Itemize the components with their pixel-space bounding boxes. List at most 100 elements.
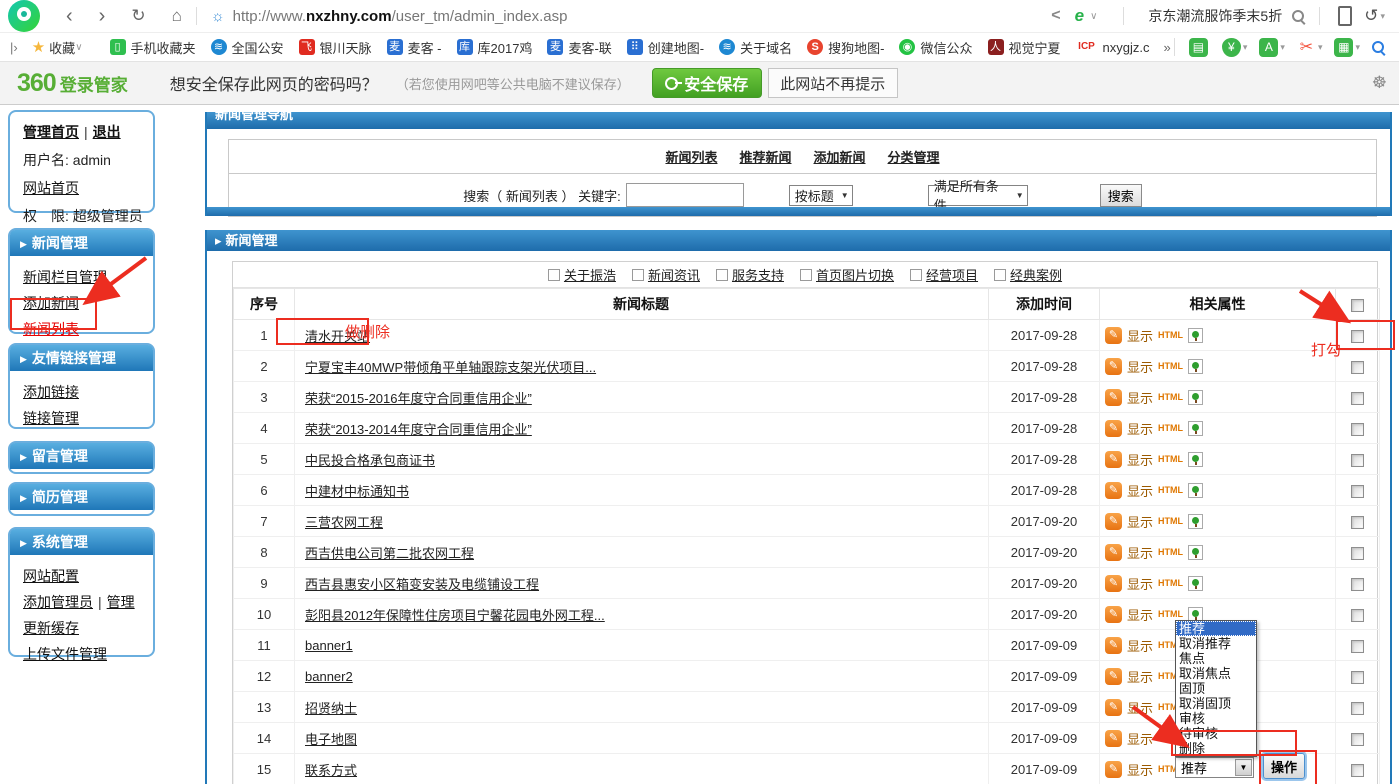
nav-link-category-manage[interactable]: 分类管理: [888, 147, 940, 166]
show-status-link[interactable]: 显示: [1127, 636, 1153, 655]
category-checkbox[interactable]: [994, 269, 1006, 281]
edit-icon[interactable]: ✎: [1105, 482, 1122, 499]
news-title-link[interactable]: 清水开关站: [305, 329, 370, 344]
news-title-link[interactable]: 中民投合格承包商证书: [305, 453, 435, 468]
sidebar-item-add-admin[interactable]: 添加管理员: [23, 592, 93, 612]
show-status-link[interactable]: 显示: [1127, 543, 1153, 562]
sidebar-item-add-link[interactable]: 添加链接: [23, 382, 79, 402]
chevron-down-icon[interactable]: ▾: [1355, 42, 1360, 53]
chevron-down-icon[interactable]: ∨: [1090, 11, 1097, 22]
news-title-link[interactable]: 西吉县惠安小区箱变安装及电缆铺设工程: [305, 577, 539, 592]
bookmark-item[interactable]: ≋全国公安: [211, 38, 284, 57]
dropdown-option[interactable]: 待审核: [1176, 726, 1256, 741]
category-checkbox[interactable]: [910, 269, 922, 281]
show-status-link[interactable]: 显示: [1127, 357, 1153, 376]
chevron-down-icon[interactable]: ∨: [75, 42, 82, 53]
bookmark-item[interactable]: ≋关于域名: [719, 38, 792, 57]
row-checkbox[interactable]: [1351, 423, 1364, 436]
row-checkbox[interactable]: [1351, 392, 1364, 405]
news-title-link[interactable]: 招贤纳士: [305, 701, 357, 716]
row-checkbox[interactable]: [1351, 454, 1364, 467]
show-status-link[interactable]: 显示: [1127, 450, 1153, 469]
edit-icon[interactable]: ✎: [1105, 606, 1122, 623]
mobile-view-icon[interactable]: [1338, 6, 1352, 26]
batch-action-select[interactable]: 推荐 ▼: [1175, 757, 1254, 778]
show-status-link[interactable]: 显示: [1127, 667, 1153, 686]
favorites-star-icon[interactable]: ★: [32, 38, 45, 56]
search-magnifier-icon[interactable]: [1292, 10, 1305, 23]
category-link[interactable]: 关于振浩: [564, 265, 616, 284]
refresh-icon[interactable]: ↻: [131, 6, 145, 26]
row-checkbox[interactable]: [1351, 609, 1364, 622]
category-checkbox[interactable]: [548, 269, 560, 281]
sidebar-item-manage-admin[interactable]: 管理: [107, 592, 135, 612]
news-title-link[interactable]: banner2: [305, 669, 353, 684]
news-title-link[interactable]: 荣获“2015-2016年度守合同重信用企业”: [305, 391, 532, 406]
dropdown-option[interactable]: 取消焦点: [1176, 666, 1256, 681]
image-icon[interactable]: [1188, 421, 1203, 436]
bookmark-item[interactable]: 人视觉宁夏: [988, 38, 1061, 57]
news-title-link[interactable]: 荣获“2013-2014年度守合同重信用企业”: [305, 422, 532, 437]
category-link[interactable]: 新闻资讯: [648, 265, 700, 284]
category-link[interactable]: 首页图片切换: [816, 265, 894, 284]
bookmark-item[interactable]: 库库2017鸡: [457, 38, 533, 57]
row-checkbox[interactable]: [1351, 547, 1364, 560]
edit-icon[interactable]: ✎: [1105, 451, 1122, 468]
edit-icon[interactable]: ✎: [1105, 389, 1122, 406]
dropdown-option[interactable]: 删除: [1176, 741, 1256, 756]
translate-icon[interactable]: A: [1259, 38, 1278, 57]
bookmark-item[interactable]: 麦麦客 -: [387, 38, 442, 57]
show-status-link[interactable]: 显示: [1127, 419, 1153, 438]
edit-icon[interactable]: ✎: [1105, 327, 1122, 344]
image-icon[interactable]: [1188, 514, 1203, 529]
show-status-link[interactable]: 显示: [1127, 605, 1153, 624]
edit-icon[interactable]: ✎: [1105, 668, 1122, 685]
back-icon[interactable]: ‹: [66, 6, 73, 26]
admin-home-link[interactable]: 管理首页: [23, 124, 79, 140]
search-field-select[interactable]: 按标题▼: [789, 185, 853, 206]
nav-link-news-list[interactable]: 新闻列表: [665, 147, 717, 166]
bookmark-item[interactable]: ⠿创建地图-: [627, 38, 704, 57]
news-title-link[interactable]: 三营农网工程: [305, 515, 383, 530]
show-status-link[interactable]: 显示: [1127, 760, 1153, 779]
bookmark-item[interactable]: 麦麦客-联: [547, 38, 611, 57]
edit-icon[interactable]: ✎: [1105, 420, 1122, 437]
bookmark-item[interactable]: S搜狗地图-: [807, 38, 884, 57]
row-checkbox[interactable]: [1351, 764, 1364, 777]
news-title-link[interactable]: 西吉供电公司第二批农网工程: [305, 546, 474, 561]
image-icon[interactable]: [1188, 545, 1203, 560]
edit-icon[interactable]: ✎: [1105, 761, 1122, 778]
sidebar-item-add-news[interactable]: 添加新闻: [23, 293, 79, 313]
show-status-link[interactable]: 显示: [1127, 729, 1153, 748]
screenshot-scissors-icon[interactable]: ✂: [1297, 38, 1316, 57]
edit-icon[interactable]: ✎: [1105, 544, 1122, 561]
row-checkbox[interactable]: [1351, 640, 1364, 653]
bookmarks-overflow-icon[interactable]: »: [1163, 40, 1170, 55]
image-icon[interactable]: [1188, 576, 1203, 591]
image-icon[interactable]: [1188, 328, 1203, 343]
home-icon[interactable]: ⌂: [172, 6, 182, 26]
address-bar[interactable]: http://www.nxzhny.com/user_tm/admin_inde…: [233, 8, 568, 25]
row-checkbox[interactable]: [1351, 702, 1364, 715]
news-title-link[interactable]: 宁夏宝丰40MWP带倾角平单轴跟踪支架光伏项目...: [305, 360, 596, 375]
bookmark-item[interactable]: 飞银川天脉: [299, 38, 372, 57]
price-shield-icon[interactable]: ¥: [1222, 38, 1241, 57]
show-status-link[interactable]: 显示: [1127, 481, 1153, 500]
bookmark-item[interactable]: ICPnxygjz.c: [1076, 39, 1150, 55]
image-icon[interactable]: [1188, 452, 1203, 467]
chevron-down-icon[interactable]: ▾: [1243, 42, 1248, 53]
sidebar-item-site-config[interactable]: 网站配置: [23, 566, 79, 586]
bookmark-item[interactable]: ◉微信公众: [899, 38, 972, 57]
news-title-link[interactable]: 彭阳县2012年保障性住房项目宁馨花园电外网工程...: [305, 608, 605, 623]
share-icon[interactable]: <: [1051, 7, 1060, 25]
image-icon[interactable]: [1188, 390, 1203, 405]
dropdown-option[interactable]: 取消推荐: [1176, 636, 1256, 651]
search-condition-select[interactable]: 满足所有条件▼: [928, 185, 1028, 206]
category-link[interactable]: 经营项目: [926, 265, 978, 284]
chevron-down-icon[interactable]: ▾: [1318, 42, 1323, 53]
dropdown-option[interactable]: 固顶: [1176, 681, 1256, 696]
search-button[interactable]: 搜索: [1100, 184, 1142, 207]
row-checkbox[interactable]: [1351, 485, 1364, 498]
sidebar-item-news-list[interactable]: 新闻列表: [23, 319, 79, 339]
edit-icon[interactable]: ✎: [1105, 730, 1122, 747]
